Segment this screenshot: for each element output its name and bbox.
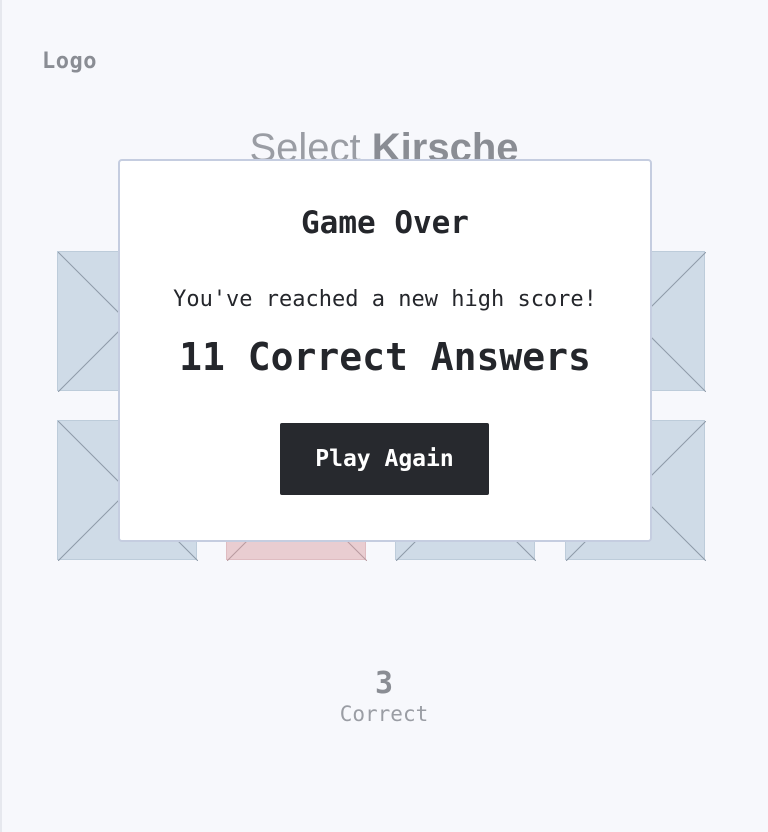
high-score-message: You've reached a new high score! <box>173 287 597 312</box>
logo: Logo <box>42 49 97 74</box>
play-again-button[interactable]: Play Again <box>280 423 489 495</box>
dialog-title: Game Over <box>301 205 469 241</box>
score-counter: 3 Correct <box>0 666 768 726</box>
score-label: Correct <box>339 702 429 726</box>
game-over-dialog: Game Over You've reached a new high scor… <box>118 159 652 542</box>
score-value: 3 <box>374 666 394 701</box>
final-score: 11 Correct Answers <box>179 335 591 379</box>
